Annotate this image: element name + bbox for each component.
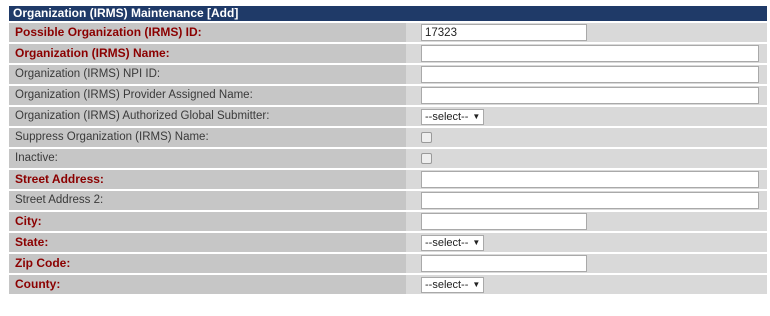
zip-code-label: Zip Code:: [9, 254, 406, 273]
street-address-label: Street Address:: [9, 170, 406, 189]
form-row-suppress-name: Suppress Organization (IRMS) Name:: [9, 128, 767, 147]
inactive-label: Inactive:: [9, 149, 406, 168]
npi-id-label: Organization (IRMS) NPI ID:: [9, 65, 406, 84]
possible-id-field[interactable]: [421, 24, 587, 41]
chevron-down-icon: ▼: [472, 280, 481, 289]
state-select[interactable]: --select-- ▼: [421, 234, 485, 251]
city-label: City:: [9, 212, 406, 231]
form-row-org-name: Organization (IRMS) Name:: [9, 44, 767, 63]
global-submitter-selected: --select--: [425, 110, 469, 123]
form-title: Organization (IRMS) Maintenance [Add]: [9, 6, 767, 21]
county-selected: --select--: [425, 278, 469, 291]
street-address-field[interactable]: [421, 171, 759, 188]
form-row-county: County: --select-- ▼: [9, 275, 767, 294]
county-select[interactable]: --select-- ▼: [421, 276, 485, 293]
form-row-street-address-2: Street Address 2:: [9, 191, 767, 210]
form-row-state: State: --select-- ▼: [9, 233, 767, 252]
npi-id-field[interactable]: [421, 66, 759, 83]
org-name-label: Organization (IRMS) Name:: [9, 44, 406, 63]
possible-id-label: Possible Organization (IRMS) ID:: [9, 23, 406, 42]
county-label: County:: [9, 275, 406, 294]
global-submitter-label: Organization (IRMS) Authorized Global Su…: [9, 107, 406, 126]
form-row-provider-name: Organization (IRMS) Provider Assigned Na…: [9, 86, 767, 105]
street-address-2-field[interactable]: [421, 192, 759, 209]
organization-form: Organization (IRMS) Maintenance [Add] Po…: [9, 6, 767, 294]
form-row-street-address: Street Address:: [9, 170, 767, 189]
form-row-possible-id: Possible Organization (IRMS) ID:: [9, 23, 767, 42]
city-field[interactable]: [421, 213, 587, 230]
form-row-inactive: Inactive:: [9, 149, 767, 168]
provider-name-label: Organization (IRMS) Provider Assigned Na…: [9, 86, 406, 105]
inactive-checkbox[interactable]: [421, 153, 432, 164]
chevron-down-icon: ▼: [472, 112, 481, 121]
suppress-name-checkbox[interactable]: [421, 132, 432, 143]
chevron-down-icon: ▼: [472, 238, 481, 247]
provider-name-field[interactable]: [421, 87, 759, 104]
form-row-npi-id: Organization (IRMS) NPI ID:: [9, 65, 767, 84]
form-row-global-submitter: Organization (IRMS) Authorized Global Su…: [9, 107, 767, 126]
state-label: State:: [9, 233, 406, 252]
org-name-field[interactable]: [421, 45, 759, 62]
global-submitter-select[interactable]: --select-- ▼: [421, 108, 485, 125]
zip-code-field[interactable]: [421, 255, 587, 272]
suppress-name-label: Suppress Organization (IRMS) Name:: [9, 128, 406, 147]
form-row-city: City:: [9, 212, 767, 231]
street-address-2-label: Street Address 2:: [9, 191, 406, 210]
state-selected: --select--: [425, 236, 469, 249]
form-row-zip-code: Zip Code:: [9, 254, 767, 273]
